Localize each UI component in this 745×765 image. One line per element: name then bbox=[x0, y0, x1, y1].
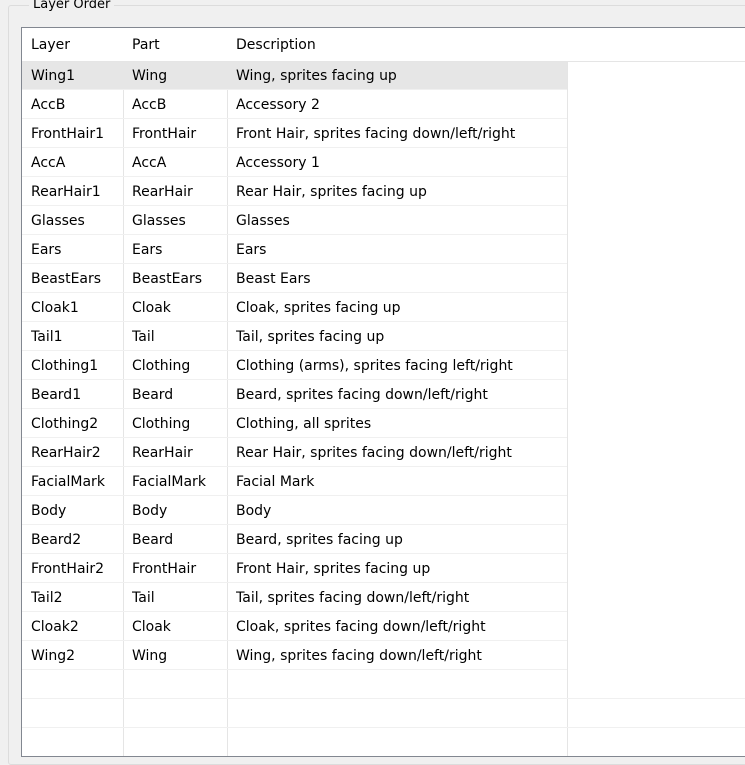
layer-cell: FacialMark bbox=[31, 473, 105, 490]
empty-row bbox=[22, 729, 745, 756]
part-cell: BeastEars bbox=[132, 270, 203, 287]
description-cell: Front Hair, sprites facing up bbox=[236, 560, 431, 577]
layer-cell: AccB bbox=[31, 96, 66, 113]
part-cell: FrontHair bbox=[132, 560, 197, 577]
part-cell: AccB bbox=[132, 96, 167, 113]
column-header-row: Layer Part Description bbox=[22, 28, 745, 62]
description-cell: Body bbox=[236, 502, 272, 519]
part-cell: FacialMark bbox=[132, 473, 206, 490]
table-row[interactable]: Wing1 Wing Wing, sprites facing up bbox=[22, 62, 567, 90]
table-row[interactable]: FrontHair1 FrontHair Front Hair, sprites f… bbox=[22, 120, 567, 148]
table-row[interactable]: Cloak2 Cloak Cloak, sprites facing down/le… bbox=[22, 613, 567, 641]
layer-cell: Glasses bbox=[31, 212, 85, 229]
table-row[interactable]: Body Body Body bbox=[22, 497, 567, 525]
table-row[interactable]: Clothing1 Clothing Clothing (arms), sprite… bbox=[22, 352, 567, 380]
description-cell: Rear Hair, sprites facing up bbox=[236, 183, 427, 200]
part-cell: Tail bbox=[132, 589, 155, 606]
description-cell: Facial Mark bbox=[236, 473, 315, 490]
layer-cell: Beard2 bbox=[31, 531, 82, 548]
layer-cell: FrontHair2 bbox=[31, 560, 105, 577]
table-row[interactable]: FacialMark FacialMark Facial Mark bbox=[22, 468, 567, 496]
description-cell: Ears bbox=[236, 241, 267, 258]
description-cell: Beast Ears bbox=[236, 270, 311, 287]
layer-cell: Body bbox=[31, 502, 67, 519]
layer-cell: Clothing2 bbox=[31, 415, 99, 432]
layer-cell: Wing1 bbox=[31, 67, 76, 84]
part-cell: Cloak bbox=[132, 299, 171, 316]
layer-cell: BeastEars bbox=[31, 270, 102, 287]
group-title: Layer Order bbox=[29, 0, 115, 12]
table-row[interactable]: Cloak1 Cloak Cloak, sprites facing up bbox=[22, 294, 567, 322]
layer-cell: Tail2 bbox=[31, 589, 63, 606]
listview-grid: Layer Part Description Wing1 Wing Wing, sp… bbox=[22, 28, 745, 756]
part-cell: Ears bbox=[132, 241, 163, 258]
part-cell: AccA bbox=[132, 154, 167, 171]
table-row[interactable]: Clothing2 Clothing Clothing, all sprites bbox=[22, 410, 567, 438]
table-row[interactable]: Ears Ears Ears bbox=[22, 236, 567, 264]
table-row[interactable]: AccB AccB Accessory 2 bbox=[22, 91, 567, 119]
part-cell: Beard bbox=[132, 386, 174, 403]
table-row[interactable]: AccA AccA Accessory 1 bbox=[22, 149, 567, 177]
table-row[interactable]: Tail1 Tail Tail, sprites facing up bbox=[22, 323, 567, 351]
table-row[interactable]: Glasses Glasses Glasses bbox=[22, 207, 567, 235]
column-header-layer[interactable]: Layer bbox=[31, 28, 121, 61]
layer-cell: Cloak1 bbox=[31, 299, 79, 316]
table-row[interactable]: Wing2 Wing Wing, sprites facing down/left/… bbox=[22, 642, 567, 670]
description-cell: Tail, sprites facing down/left/right bbox=[236, 589, 470, 606]
column-header-description[interactable]: Description bbox=[236, 28, 566, 61]
part-cell: Beard bbox=[132, 531, 174, 548]
description-cell: Clothing, all sprites bbox=[236, 415, 372, 432]
part-cell: Tail bbox=[132, 328, 155, 345]
empty-row bbox=[22, 700, 745, 728]
description-cell: Accessory 1 bbox=[236, 154, 320, 171]
description-cell: Cloak, sprites facing down/left/right bbox=[236, 618, 486, 635]
description-cell: Front Hair, sprites facing down/left/rig… bbox=[236, 125, 516, 142]
part-cell: Clothing bbox=[132, 357, 191, 374]
layer-cell: AccA bbox=[31, 154, 66, 171]
table-row[interactable]: RearHair1 RearHair Rear Hair, sprites faci… bbox=[22, 178, 567, 206]
part-cell: Clothing bbox=[132, 415, 191, 432]
description-cell: Tail, sprites facing up bbox=[236, 328, 385, 345]
column-header-part[interactable]: Part bbox=[132, 28, 227, 61]
part-cell: Cloak bbox=[132, 618, 171, 635]
part-cell: Glasses bbox=[132, 212, 186, 229]
table-row[interactable]: Beard1 Beard Beard, sprites facing down/le… bbox=[22, 381, 567, 409]
description-cell: Cloak, sprites facing up bbox=[236, 299, 401, 316]
layer-cell: Cloak2 bbox=[31, 618, 79, 635]
part-cell: Wing bbox=[132, 647, 168, 664]
part-cell: Body bbox=[132, 502, 168, 519]
table-row[interactable]: Beard2 Beard Beard, sprites facing up bbox=[22, 526, 567, 554]
part-cell: Wing bbox=[132, 67, 168, 84]
table-row[interactable]: FrontHair2 FrontHair Front Hair, sprites f… bbox=[22, 555, 567, 583]
description-cell: Rear Hair, sprites facing down/left/righ… bbox=[236, 444, 512, 461]
table-row[interactable]: BeastEars BeastEars Beast Ears bbox=[22, 265, 567, 293]
part-cell: RearHair bbox=[132, 444, 193, 461]
table-row[interactable]: Tail2 Tail Tail, sprites facing down/left/… bbox=[22, 584, 567, 612]
layer-cell: RearHair1 bbox=[31, 183, 101, 200]
empty-row bbox=[22, 671, 745, 699]
part-cell: RearHair bbox=[132, 183, 193, 200]
layer-order-listview[interactable]: Layer Part Description Wing1 Wing Wing, sp… bbox=[21, 27, 745, 757]
description-cell: Wing, sprites facing down/left/right bbox=[236, 647, 482, 664]
description-cell: Clothing (arms), sprites facing left/rig… bbox=[236, 357, 513, 374]
layer-cell: Wing2 bbox=[31, 647, 76, 664]
layer-cell: Tail1 bbox=[31, 328, 63, 345]
layer-cell: Clothing1 bbox=[31, 357, 99, 374]
description-cell: Glasses bbox=[236, 212, 290, 229]
description-cell: Wing, sprites facing up bbox=[236, 67, 397, 84]
layer-cell: Beard1 bbox=[31, 386, 82, 403]
table-row[interactable]: RearHair2 RearHair Rear Hair, sprites faci… bbox=[22, 439, 567, 467]
column-divider-3[interactable] bbox=[567, 28, 568, 756]
layer-cell: FrontHair1 bbox=[31, 125, 105, 142]
description-cell: Beard, sprites facing up bbox=[236, 531, 403, 548]
description-cell: Accessory 2 bbox=[236, 96, 320, 113]
layer-cell: Ears bbox=[31, 241, 62, 258]
layer-cell: RearHair2 bbox=[31, 444, 101, 461]
part-cell: FrontHair bbox=[132, 125, 197, 142]
description-cell: Beard, sprites facing down/left/right bbox=[236, 386, 488, 403]
